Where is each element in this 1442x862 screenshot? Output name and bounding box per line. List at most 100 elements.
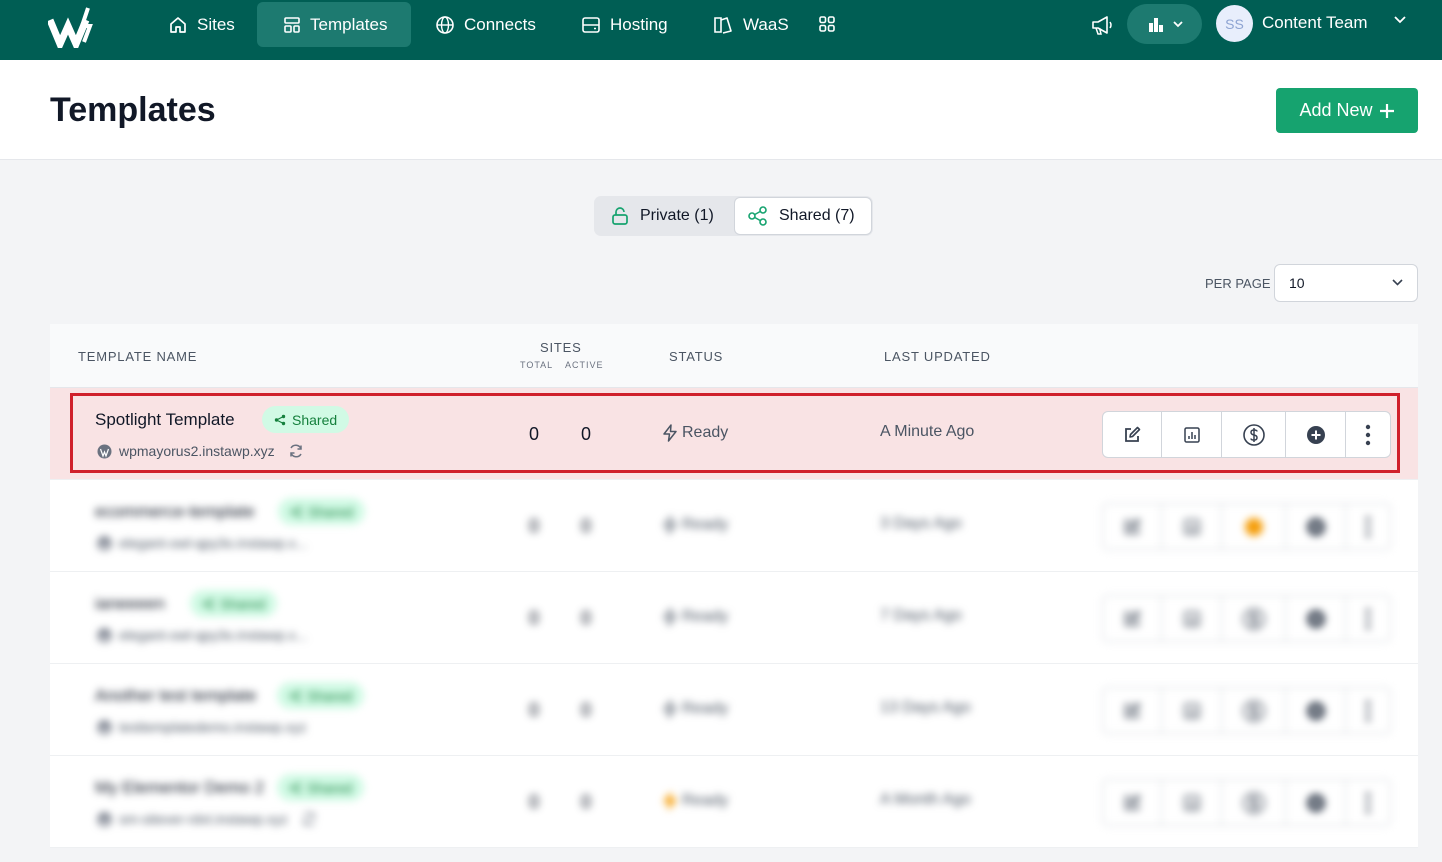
- template-name[interactable]: ianeeeen: [95, 594, 165, 614]
- last-updated: 7 Days Ago: [880, 607, 962, 624]
- more-vertical-icon[interactable]: [1346, 504, 1390, 549]
- sites-total: 0: [529, 608, 540, 628]
- share-icon: [748, 206, 767, 226]
- nav-waas[interactable]: WaaS: [700, 2, 801, 47]
- row-actions: [1102, 503, 1391, 550]
- site-url-text: testtemplatedemo.instawp.xyz: [119, 719, 307, 735]
- site-url[interactable]: testtemplatedemo.instawp.xyz: [97, 719, 307, 735]
- tab-shared[interactable]: Shared (7): [734, 197, 872, 235]
- dollar-icon[interactable]: [1222, 780, 1286, 825]
- per-page-label: PER PAGE: [1205, 276, 1271, 291]
- edit-icon[interactable]: [1103, 688, 1162, 733]
- status-text: Ready: [682, 516, 729, 533]
- template-name[interactable]: My Elementor Demo 2: [95, 778, 264, 798]
- status: Ready: [660, 699, 728, 719]
- report-icon[interactable]: [1162, 688, 1222, 733]
- dollar-icon[interactable]: [1222, 596, 1286, 641]
- nav-waas-label: WaaS: [743, 14, 789, 34]
- chevron-down-icon: [1392, 279, 1403, 286]
- user-avatar[interactable]: SS: [1216, 5, 1253, 42]
- site-url-text: elegant-owl-qpy3o.instawp.x...: [119, 535, 308, 551]
- table-header: TEMPLATE NAME SITES TOTAL ACTIVE STATUS …: [50, 324, 1418, 388]
- nav-hosting-label: Hosting: [610, 14, 668, 34]
- status-text: Ready: [682, 792, 729, 809]
- status-text: Ready: [682, 608, 729, 625]
- sites-active: 0: [581, 608, 592, 628]
- top-navbar: Sites Templates Connects Hosting WaaS SS…: [0, 0, 1442, 60]
- add-circle-icon[interactable]: [1286, 780, 1346, 825]
- sites-active: 0: [581, 700, 592, 720]
- bolt-icon: [663, 608, 677, 626]
- announcement-megaphone-icon[interactable]: [1088, 12, 1116, 38]
- sync-icon[interactable]: [301, 812, 317, 826]
- report-icon[interactable]: [1162, 780, 1222, 825]
- highlight-box: [70, 393, 1400, 473]
- nav-templates-label: Templates: [310, 14, 388, 34]
- badge-label: Shared: [308, 503, 354, 520]
- stats-dropdown-button[interactable]: [1127, 4, 1202, 44]
- add-circle-icon[interactable]: [1286, 504, 1346, 549]
- site-url[interactable]: elegant-owl-qpy3o.instawp.x...: [97, 535, 307, 551]
- report-icon[interactable]: [1162, 596, 1222, 641]
- status: Ready: [660, 791, 728, 811]
- per-page-value: 10: [1289, 275, 1305, 291]
- nav-sites[interactable]: Sites: [156, 2, 247, 47]
- home-icon: [170, 16, 186, 33]
- report-icon[interactable]: [1162, 504, 1222, 549]
- table-row[interactable]: ecommerce-template Shared elegant-owl-qpy3…: [50, 480, 1418, 572]
- wordpress-icon: [97, 812, 112, 826]
- edit-icon[interactable]: [1103, 596, 1162, 641]
- wordpress-icon: [97, 536, 112, 550]
- template-name[interactable]: ecommerce-template: [95, 502, 255, 522]
- shared-badge: Shared: [277, 682, 365, 709]
- dollar-icon[interactable]: [1222, 688, 1286, 733]
- add-circle-icon[interactable]: [1286, 688, 1346, 733]
- table-row[interactable]: Another test template Shared testtemplated…: [50, 664, 1418, 756]
- col-template-name: TEMPLATE NAME: [78, 349, 198, 364]
- add-new-label: Add New: [1299, 100, 1373, 120]
- last-updated: 3 Days Ago: [880, 515, 962, 532]
- nav-templates[interactable]: Templates: [257, 2, 411, 47]
- status-text: Ready: [682, 700, 729, 717]
- nav-connects[interactable]: Connects: [423, 2, 548, 47]
- badge-label: Shared: [307, 779, 353, 796]
- site-url[interactable]: elegant-owl-qpy3o.instawp.x...: [97, 627, 307, 643]
- add-new-button[interactable]: Add New: [1276, 88, 1418, 133]
- template-name[interactable]: Another test template: [95, 686, 257, 706]
- nav-connects-label: Connects: [464, 14, 536, 34]
- sites-active: 0: [581, 792, 592, 812]
- apps-grid-icon[interactable]: [814, 13, 840, 35]
- add-circle-icon[interactable]: [1286, 596, 1346, 641]
- instawp-logo[interactable]: [48, 4, 102, 48]
- table-row[interactable]: ianeeeen Shared elegant-owl-qpy3o.instawp.…: [50, 572, 1418, 664]
- more-vertical-icon[interactable]: [1346, 688, 1390, 733]
- col-sites-active: ACTIVE: [565, 360, 604, 370]
- tab-private-label: Private (1): [640, 207, 714, 224]
- share-icon: [290, 506, 302, 517]
- row-actions: [1102, 779, 1391, 826]
- status: Ready: [660, 607, 728, 627]
- bar-chart-icon: [1148, 18, 1163, 32]
- nav-hosting[interactable]: Hosting: [569, 2, 680, 47]
- team-name[interactable]: Content Team: [1262, 13, 1368, 33]
- shared-badge: Shared: [277, 774, 365, 801]
- more-vertical-icon[interactable]: [1346, 596, 1390, 641]
- plus-icon: [1379, 103, 1394, 118]
- team-chevron-down-icon[interactable]: [1394, 16, 1406, 24]
- last-updated: 13 Days Ago: [880, 699, 971, 716]
- site-url[interactable]: sm-sitever-rdvt.instawp.xyz: [97, 811, 317, 827]
- edit-icon[interactable]: [1103, 504, 1162, 549]
- badge-label: Shared: [220, 595, 266, 612]
- edit-icon[interactable]: [1103, 780, 1162, 825]
- visibility-toggle: Private (1) Shared (7): [594, 196, 873, 236]
- table-row[interactable]: My Elementor Demo 2 Shared sm-sitever-rdvt…: [50, 756, 1418, 848]
- more-vertical-icon[interactable]: [1346, 780, 1390, 825]
- per-page-select[interactable]: 10: [1274, 264, 1418, 302]
- sites-total: 0: [529, 792, 540, 812]
- dollar-icon[interactable]: [1222, 504, 1286, 549]
- bolt-filled-icon: [663, 792, 677, 810]
- sites-active: 0: [581, 516, 592, 536]
- col-status: STATUS: [669, 349, 724, 364]
- tab-private[interactable]: Private (1): [594, 196, 734, 236]
- sites-total: 0: [529, 516, 540, 536]
